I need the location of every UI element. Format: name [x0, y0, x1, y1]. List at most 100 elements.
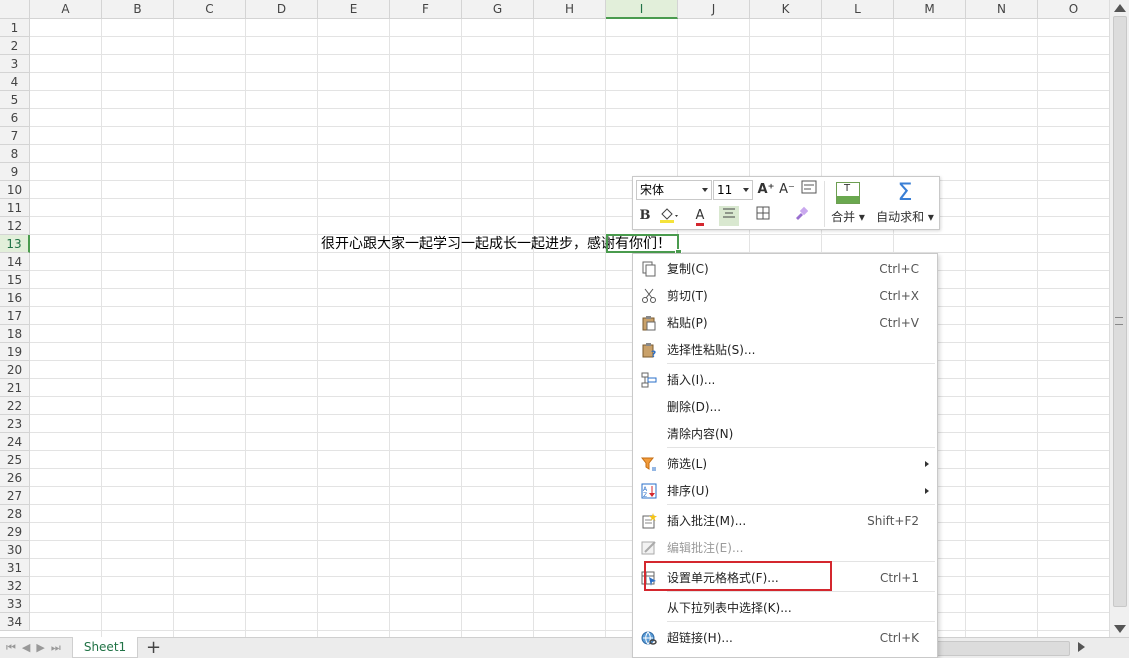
- gridline: [30, 630, 1109, 631]
- column-header-c[interactable]: C: [174, 0, 246, 19]
- insert-comment-icon: [641, 513, 657, 529]
- menu-item-sort[interactable]: A Z 排序(U): [633, 478, 937, 504]
- row-header-30[interactable]: 30: [0, 541, 30, 559]
- menu-item-cut[interactable]: 剪切(T) Ctrl+X: [633, 283, 937, 309]
- row-header-5[interactable]: 5: [0, 91, 30, 109]
- paste-special-icon: ?: [641, 342, 657, 360]
- align-center-button[interactable]: [719, 206, 739, 226]
- scroll-down-icon[interactable]: [1114, 625, 1126, 633]
- row-header-20[interactable]: 20: [0, 361, 30, 379]
- row-header-33[interactable]: 33: [0, 595, 30, 613]
- row-header-6[interactable]: 6: [0, 109, 30, 127]
- row-header-34[interactable]: 34: [0, 613, 30, 631]
- column-header-f[interactable]: F: [390, 0, 462, 19]
- sheet-nav-arrows-icon[interactable]: ⏮◀▶⏭: [6, 641, 67, 655]
- column-header-j[interactable]: J: [678, 0, 750, 19]
- column-header-b[interactable]: B: [102, 0, 174, 19]
- autosum-button[interactable]: Σ 自动求和 ▾: [873, 180, 937, 228]
- row-header-17[interactable]: 17: [0, 307, 30, 325]
- row-header-4[interactable]: 4: [0, 73, 30, 91]
- row-header-25[interactable]: 25: [0, 451, 30, 469]
- menu-item-hyperlink[interactable]: 超链接(H)... Ctrl+K: [633, 625, 937, 651]
- menu-item-pick-from-dropdown[interactable]: 从下拉列表中选择(K)...: [633, 595, 937, 621]
- add-sheet-button[interactable]: +: [146, 638, 161, 658]
- menu-item-paste[interactable]: 粘贴(P) Ctrl+V: [633, 310, 937, 336]
- column-header-k[interactable]: K: [750, 0, 822, 19]
- row-header-27[interactable]: 27: [0, 487, 30, 505]
- insert-icon: [641, 372, 657, 388]
- borders-button[interactable]: [753, 206, 773, 226]
- row-header-26[interactable]: 26: [0, 469, 30, 487]
- scroll-up-icon[interactable]: [1114, 4, 1126, 12]
- spreadsheet-grid[interactable]: ABCDEFGHIJKLMNO 1 2 3 4 5 6 7 8 9 10 11 12 13 14 15 16 1…: [0, 0, 1109, 637]
- row-header-22[interactable]: 22: [0, 397, 30, 415]
- font-size-select[interactable]: 11: [713, 180, 753, 200]
- row-header-29[interactable]: 29: [0, 523, 30, 541]
- menu-item-shortcut: Ctrl+V: [879, 316, 919, 330]
- menu-item-copy[interactable]: 复制(C) Ctrl+C: [633, 256, 937, 282]
- row-header-16[interactable]: 16: [0, 289, 30, 307]
- row-header-12[interactable]: 12: [0, 217, 30, 235]
- bold-button[interactable]: B: [635, 206, 655, 226]
- column-header-i[interactable]: I: [606, 0, 678, 19]
- menu-item-label: 筛选(L): [667, 457, 708, 471]
- row-header-32[interactable]: 32: [0, 577, 30, 595]
- menu-item-shortcut: Ctrl+1: [879, 571, 919, 585]
- row-header-19[interactable]: 19: [0, 343, 30, 361]
- merge-button[interactable]: T 合并 ▾: [828, 180, 868, 228]
- row-header-13[interactable]: 13: [0, 235, 30, 253]
- row-header-9[interactable]: 9: [0, 163, 30, 181]
- menu-item-label: 粘贴(P): [667, 316, 708, 330]
- font-color-button[interactable]: A: [690, 206, 710, 226]
- menu-item-label: 剪切(T): [667, 289, 708, 303]
- column-header-h[interactable]: H: [534, 0, 606, 19]
- row-header-8[interactable]: 8: [0, 145, 30, 163]
- row-header-31[interactable]: 31: [0, 559, 30, 577]
- row-header-28[interactable]: 28: [0, 505, 30, 523]
- fill-color-button[interactable]: [658, 206, 678, 226]
- wrap-text-icon[interactable]: [799, 180, 819, 200]
- menu-item-insert[interactable]: 插入(I)...: [633, 367, 937, 393]
- sheet-tab-sheet1[interactable]: Sheet1: [72, 637, 138, 658]
- row-header-3[interactable]: 3: [0, 55, 30, 73]
- column-header-m[interactable]: M: [894, 0, 966, 19]
- column-header-a[interactable]: A: [30, 0, 102, 19]
- gridline: [30, 216, 1109, 217]
- row-header-2[interactable]: 2: [0, 37, 30, 55]
- menu-item-clear-contents[interactable]: 清除内容(N): [633, 421, 937, 447]
- row-header-18[interactable]: 18: [0, 325, 30, 343]
- vertical-scrollbar[interactable]: [1109, 0, 1129, 637]
- borders-icon: [756, 206, 770, 220]
- column-header-d[interactable]: D: [246, 0, 318, 19]
- column-header-l[interactable]: L: [822, 0, 894, 19]
- row-header-15[interactable]: 15: [0, 271, 30, 289]
- column-header-g[interactable]: G: [462, 0, 534, 19]
- row-header-24[interactable]: 24: [0, 433, 30, 451]
- menu-item-paste-special[interactable]: ? 选择性粘贴(S)...: [633, 337, 937, 363]
- menu-item-insert-comment[interactable]: 插入批注(M)... Shift+F2: [633, 508, 937, 534]
- scroll-right-icon[interactable]: [1078, 642, 1085, 652]
- menu-item-delete[interactable]: 删除(D)...: [633, 394, 937, 420]
- row-header-10[interactable]: 10: [0, 181, 30, 199]
- menu-item-label: 从下拉列表中选择(K)...: [667, 601, 792, 615]
- gridline: [30, 414, 1109, 415]
- row-header-23[interactable]: 23: [0, 415, 30, 433]
- row-header-1[interactable]: 1: [0, 19, 30, 37]
- vertical-scroll-thumb[interactable]: [1113, 16, 1127, 607]
- font-name-select[interactable]: 宋体: [636, 180, 712, 200]
- row-header-14[interactable]: 14: [0, 253, 30, 271]
- menu-item-label: 选择性粘贴(S)...: [667, 343, 756, 357]
- row-header-11[interactable]: 11: [0, 199, 30, 217]
- menu-item-filter[interactable]: 筛选(L): [633, 451, 937, 477]
- column-header-n[interactable]: N: [966, 0, 1038, 19]
- column-header-o[interactable]: O: [1038, 0, 1109, 19]
- grow-font-button[interactable]: A⁺: [756, 180, 776, 200]
- active-cell-i13[interactable]: [606, 234, 679, 253]
- select-all-corner[interactable]: [0, 0, 30, 19]
- shrink-font-button[interactable]: A⁻: [777, 180, 797, 200]
- row-header-21[interactable]: 21: [0, 379, 30, 397]
- format-painter-button[interactable]: [791, 206, 811, 226]
- column-header-e[interactable]: E: [318, 0, 390, 19]
- menu-item-shortcut: Ctrl+X: [879, 289, 919, 303]
- row-header-7[interactable]: 7: [0, 127, 30, 145]
